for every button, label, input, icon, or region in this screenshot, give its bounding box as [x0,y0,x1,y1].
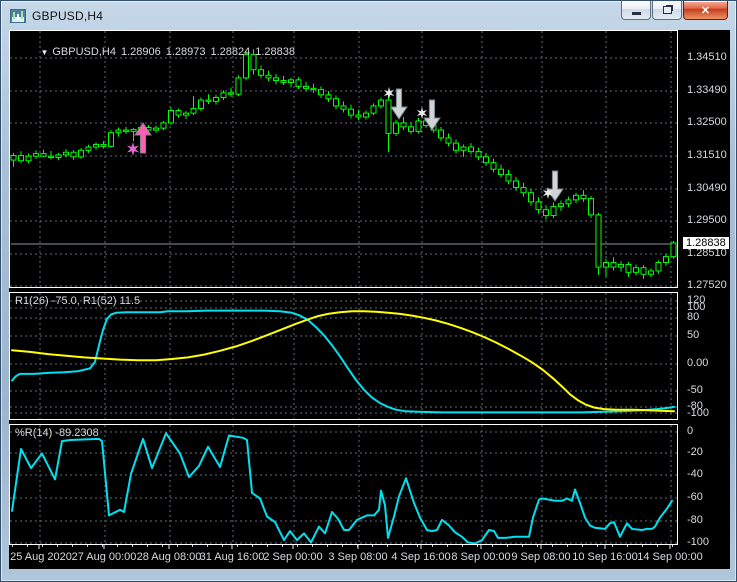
r1-indicator-chart[interactable] [10,293,677,419]
indicator1-scale-label: 50 [687,329,700,341]
window-title: GBPUSD,H4 [32,8,104,23]
close-icon: ✕ [700,4,711,17]
down-arrow-marker [546,170,564,202]
-r-14--line [11,432,673,544]
symbol-timeframe-label: GBPUSD,H4 [52,46,116,58]
wpr-indicator-label: %R(14) -89.2308 [15,427,99,439]
indicator2-scale-label: 0 [687,425,694,437]
chart-window-icon [9,8,27,23]
close-value: 1.28838 [255,46,296,58]
price-axis-label: 1.27520 [687,279,727,291]
indicator2-scale-label: -20 [687,446,703,458]
price-axis-label: 1.31510 [687,149,727,161]
price-axis[interactable]: 1.34510 1.33490 1.32500 1.31510 1.30490 1.295… [678,30,730,569]
down-arrow-marker [390,88,408,120]
time-axis-label: 14 Sep 00:00 [637,551,703,563]
indicator1-scale-label: 0.00 [687,357,709,369]
grid [10,425,677,544]
indicator1-scale-label: 80 [687,311,700,323]
indicator2-scale-label: -40 [687,468,703,480]
chevron-down-icon: ▼ [40,48,49,57]
open-value: 1.28906 [120,46,161,58]
minimize-button[interactable] [621,1,651,20]
star-marker [126,142,140,156]
price-axis-label: 1.32500 [687,116,727,128]
ohlc-header: ▼ GBPUSD,H4 1.28906 1.28973 1.28824 1.28838 [16,34,300,70]
r1-indicator-panel[interactable]: R1(26) -75.0, R1(52) 11.5 [9,292,678,420]
indicator1-scale-label: -100 [687,407,710,419]
indicator1-scale-label: -50 [687,384,703,396]
bid-price-label: 1.28838 [683,237,729,249]
indicator2-scale-label: -60 [687,491,703,503]
restore-icon [662,6,672,14]
indicator2-scale-label: -80 [687,514,703,526]
time-axis[interactable]: 25 Aug 2020 27 Aug 00:00 28 Aug 08:00 31 Au… [9,545,730,569]
minimize-icon [631,11,641,15]
price-axis-label: 1.30490 [687,182,727,194]
mt4-chart-window: GBPUSD,H4 ✕ ▼ GBPUSD,H4 1.28906 1.28973 1.28… [0,0,737,582]
chart-client-area: ▼ GBPUSD,H4 1.28906 1.28973 1.28824 1.28838 R… [9,30,730,569]
price-axis-label: 1.29500 [687,214,727,226]
restore-button[interactable] [652,1,682,20]
annotation-arrows [126,87,564,202]
price-axis-label: 1.34510 [687,51,727,63]
high-value: 1.28973 [165,46,206,58]
title-bar[interactable]: GBPUSD,H4 ✕ [1,1,736,30]
wpr-indicator-panel[interactable]: %R(14) -89.2308 [9,424,678,545]
main-price-panel[interactable]: ▼ GBPUSD,H4 1.28906 1.28973 1.28824 1.28838 [9,30,678,288]
price-axis-label: 1.33490 [687,84,727,96]
star-marker [383,87,395,99]
star-marker [416,107,428,119]
low-value: 1.28824 [210,46,251,58]
wpr-indicator-chart[interactable] [10,425,677,544]
close-button[interactable]: ✕ [683,1,728,20]
r1-indicator-label: R1(26) -75.0, R1(52) 11.5 [15,295,141,307]
